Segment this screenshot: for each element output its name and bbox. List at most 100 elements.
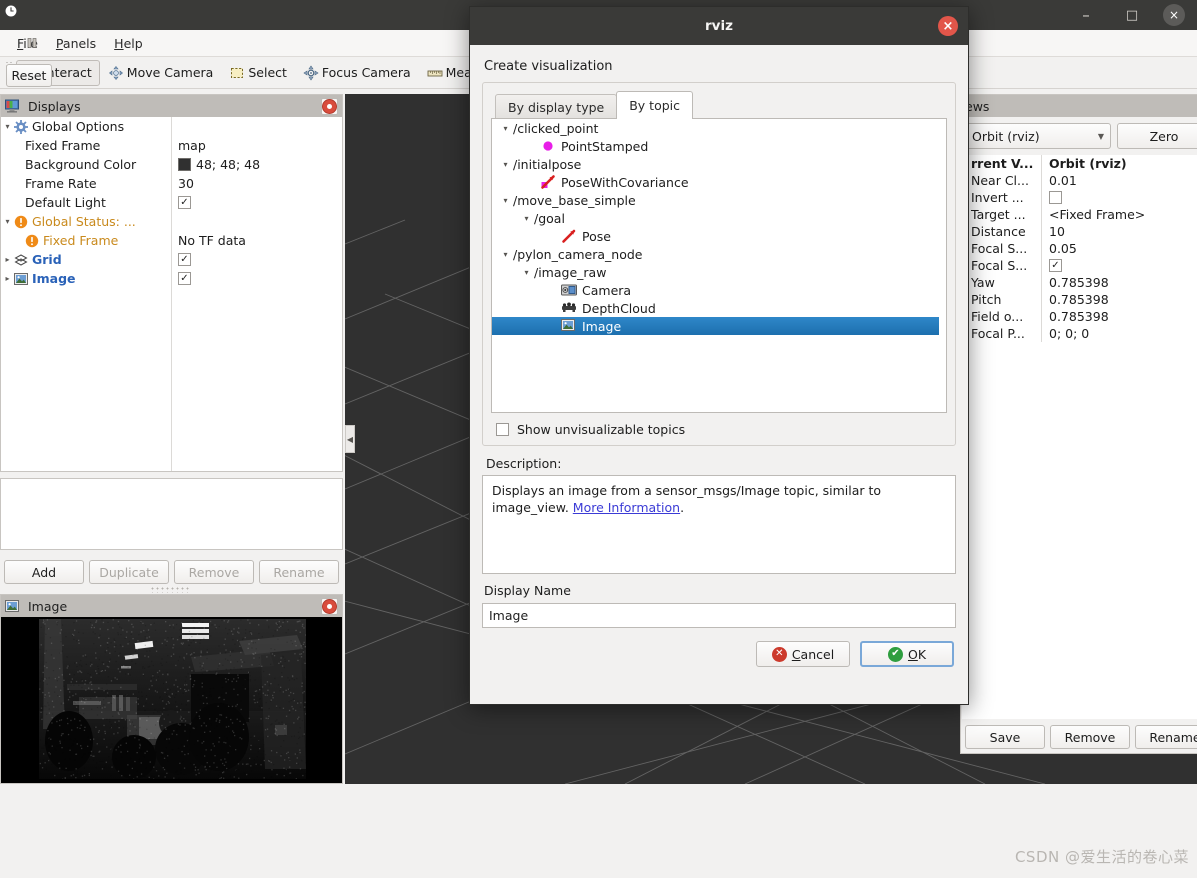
camera-icon: [561, 282, 577, 298]
topic-tree-row[interactable]: PoseWithCovariance: [492, 173, 946, 191]
more-information-link[interactable]: More Information: [573, 500, 680, 515]
color-swatch[interactable]: [178, 158, 191, 171]
displays-row-value-cell[interactable]: 30: [171, 176, 194, 191]
chevron-down-icon[interactable]: ▾: [498, 196, 513, 205]
views-row-value[interactable]: 10: [1042, 224, 1065, 239]
remove-button[interactable]: Remove: [174, 560, 254, 584]
chevron-down-icon[interactable]: ▾: [519, 268, 534, 277]
viewport-splitter[interactable]: ◀: [345, 425, 355, 453]
rename-button[interactable]: Rename: [259, 560, 339, 584]
topic-tree-row[interactable]: ▾/move_base_simple: [492, 191, 946, 209]
close-button[interactable]: ×: [1163, 4, 1185, 26]
ok-icon: ✔: [888, 647, 903, 662]
show-unvisualizable-row[interactable]: Show unvisualizable topics: [491, 422, 947, 437]
displays-row-value-cell[interactable]: map: [171, 138, 206, 153]
camera-image: [39, 619, 306, 779]
chevron-down-icon[interactable]: ▾: [1, 122, 14, 131]
ok-button[interactable]: ✔ OK: [860, 641, 954, 667]
topic-tree-row[interactable]: Camera: [492, 281, 946, 299]
views-row[interactable]: Field o... 0.785398: [962, 308, 1197, 325]
views-row[interactable]: Yaw 0.785398: [962, 274, 1197, 291]
checkbox[interactable]: ✓: [178, 253, 191, 266]
displays-row-value-cell[interactable]: ✓: [171, 253, 191, 266]
views-row[interactable]: Focal S... ✓: [962, 257, 1197, 274]
displays-secondary-area[interactable]: [0, 478, 343, 550]
views-row[interactable]: Target ... <Fixed Frame>: [962, 206, 1197, 223]
topic-tree[interactable]: ▾/clicked_point PointStamped ▾/initialpose…: [491, 118, 947, 413]
chevron-down-icon[interactable]: ▾: [498, 160, 513, 169]
displays-row-value-cell[interactable]: ✓: [171, 196, 191, 209]
views-row[interactable]: Distance 10: [962, 223, 1197, 240]
views-row-value[interactable]: <Fixed Frame>: [1042, 207, 1145, 222]
zero-button[interactable]: Zero: [1117, 123, 1197, 149]
displays-row-value-cell[interactable]: No TF data: [171, 233, 246, 248]
topic-tree-row[interactable]: ▾/pylon_camera_node: [492, 245, 946, 263]
topic-tree-row[interactable]: ▾/goal: [492, 209, 946, 227]
views-row-value[interactable]: ✓: [1042, 259, 1062, 272]
display-name-input[interactable]: Image: [482, 603, 956, 628]
views-row-value[interactable]: 0; 0; 0: [1042, 326, 1089, 341]
tab-by-display-type[interactable]: By display type: [495, 94, 617, 119]
add-button[interactable]: Add: [4, 560, 84, 584]
duplicate-button[interactable]: Duplicate: [89, 560, 169, 584]
reset-button[interactable]: Reset: [6, 64, 52, 87]
topic-tree-row[interactable]: Pose: [492, 227, 946, 245]
topic-tree-row[interactable]: ▾/image_raw: [492, 263, 946, 281]
topic-tree-row[interactable]: ▾/initialpose: [492, 155, 946, 173]
views-row[interactable]: Pitch 0.785398: [962, 291, 1197, 308]
displays-panel-close[interactable]: [321, 98, 338, 115]
topic-tree-row[interactable]: ▾/clicked_point: [492, 119, 946, 137]
views-row-value[interactable]: Orbit (rviz): [1042, 156, 1127, 171]
image-panel-body[interactable]: [1, 617, 342, 783]
tab-by-topic[interactable]: By topic: [616, 91, 693, 119]
views-row-value[interactable]: 0.01: [1042, 173, 1077, 188]
views-properties-grid[interactable]: rrent V... Orbit (rviz) Near Cl... 0.01 Inve…: [962, 155, 1197, 719]
checkbox[interactable]: ✓: [178, 272, 191, 285]
chevron-down-icon[interactable]: ▾: [519, 214, 534, 223]
views-row-value[interactable]: [1042, 191, 1062, 204]
checkbox[interactable]: [1049, 191, 1062, 204]
views-rename-button[interactable]: Rename: [1135, 725, 1197, 749]
maximize-button[interactable]: □: [1117, 0, 1147, 30]
views-row-value[interactable]: 0.785398: [1042, 292, 1109, 307]
tool-select[interactable]: Select: [221, 60, 295, 86]
minimize-button[interactable]: –: [1071, 0, 1101, 30]
views-row[interactable]: Focal P... 0; 0; 0: [962, 325, 1197, 342]
checkbox[interactable]: ✓: [1049, 259, 1062, 272]
views-row-value[interactable]: 0.785398: [1042, 309, 1109, 324]
menu-help[interactable]: Help: [105, 33, 152, 54]
displays-row-value-cell[interactable]: ✓: [171, 272, 191, 285]
topic-tree-row-selected[interactable]: Image: [492, 317, 939, 335]
views-row-name: Pitch: [962, 292, 1041, 307]
show-unvisualizable-checkbox[interactable]: [496, 423, 509, 436]
tool-move-camera[interactable]: Move Camera: [100, 60, 222, 86]
views-row-value[interactable]: 0.05: [1042, 241, 1077, 256]
checkbox[interactable]: ✓: [178, 196, 191, 209]
displays-tree[interactable]: ▾ Global Options Fixed Frame map Background …: [1, 117, 342, 471]
views-row[interactable]: rrent V... Orbit (rviz): [962, 155, 1197, 172]
topic-tree-row[interactable]: PointStamped: [492, 137, 946, 155]
cancel-button[interactable]: ✕ Cancel: [756, 641, 850, 667]
view-controller-select[interactable]: Orbit (rviz) ▼: [965, 123, 1111, 149]
views-row[interactable]: Focal S... 0.05: [962, 240, 1197, 257]
views-row-value[interactable]: 0.785398: [1042, 275, 1109, 290]
chevron-down-icon[interactable]: ▾: [498, 124, 513, 133]
views-row-name: Focal P...: [962, 326, 1041, 341]
chevron-right-icon[interactable]: ▸: [1, 255, 14, 264]
displays-column-splitter[interactable]: [171, 117, 172, 471]
views-row[interactable]: Near Cl... 0.01: [962, 172, 1197, 189]
menu-panels[interactable]: Panels: [47, 33, 105, 54]
tool-focus-camera[interactable]: Focus Camera: [295, 60, 419, 86]
panel-resize-handle[interactable]: [150, 586, 190, 593]
dialog-close-icon[interactable]: ×: [938, 16, 958, 36]
views-row[interactable]: Invert ...: [962, 189, 1197, 206]
views-remove-button[interactable]: Remove: [1050, 725, 1130, 749]
views-save-button[interactable]: Save: [965, 725, 1045, 749]
chevron-right-icon[interactable]: ▸: [1, 274, 14, 283]
topic-tree-row[interactable]: DepthCloud: [492, 299, 946, 317]
image-panel-close[interactable]: [321, 598, 338, 615]
chevron-down-icon[interactable]: ▾: [498, 250, 513, 259]
views-row-name: Invert ...: [962, 190, 1041, 205]
displays-row-value-cell[interactable]: 48; 48; 48: [171, 157, 260, 172]
chevron-down-icon[interactable]: ▾: [1, 217, 14, 226]
